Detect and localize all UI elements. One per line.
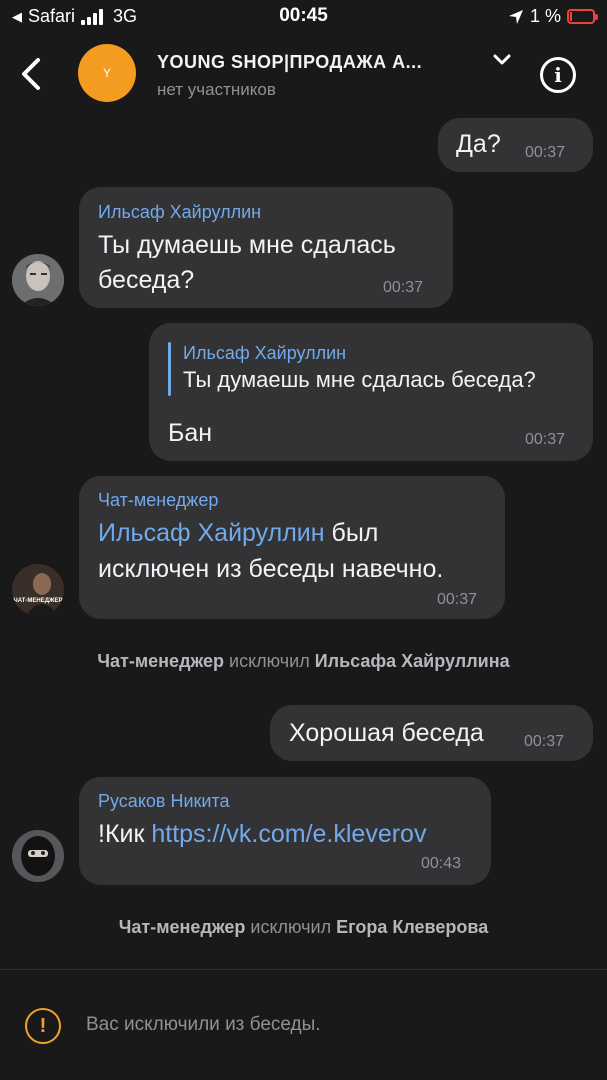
message-text-rest: был — [324, 519, 379, 547]
message-incoming[interactable]: Ильсаф Хайруллин Ты думаешь мне сдалась … — [79, 187, 453, 308]
message-outgoing-reply[interactable]: Ильсаф Хайруллин Ты думаешь мне сдалась … — [149, 323, 593, 461]
user-mention-link[interactable]: Ильсаф Хайруллин — [98, 519, 325, 547]
message-time: 00:37 — [525, 431, 566, 448]
service-verb: исключил — [224, 651, 315, 671]
battery-percent: 1 % — [529, 6, 561, 26]
person-photo-icon — [12, 254, 64, 306]
location-arrow-icon — [508, 9, 523, 24]
chat-avatar-letter: Y — [102, 66, 111, 80]
command-text: !Кик — [98, 820, 152, 848]
chat-subtitle: нет участников — [157, 80, 276, 99]
message-time: 00:37 — [525, 144, 566, 161]
message-author[interactable]: Чат-менеджер — [98, 490, 218, 511]
message-text-line1: Ильсаф Хайруллин был — [98, 516, 378, 550]
service-verb: исключил — [245, 917, 337, 937]
warning-glyph: ! — [39, 1014, 47, 1037]
reply-author[interactable]: Ильсаф Хайруллин — [183, 343, 346, 364]
url-link[interactable]: https://vk.com/e.kleverov — [151, 820, 426, 848]
sender-avatar[interactable] — [12, 830, 64, 882]
message-author[interactable]: Русаков Никита — [98, 791, 230, 812]
person-photo-icon — [12, 830, 64, 882]
reply-quote-bar — [168, 342, 171, 396]
chat-header: Y YOUNG SHOP|ПРОДАЖА А... нет участников… — [0, 34, 607, 114]
chat-manager-logo-icon — [12, 564, 64, 616]
reply-text[interactable]: Ты думаешь мне сдалась беседа? — [183, 367, 536, 393]
warning-icon: ! — [25, 1008, 61, 1044]
back-chevron-icon[interactable] — [16, 56, 46, 92]
chat-manager-avatar[interactable]: ЧАТ-МЕНЕДЖЕР — [12, 564, 64, 616]
message-text-line2: беседа? — [98, 266, 195, 294]
message-time: 00:37 — [437, 591, 478, 608]
chevron-down-icon[interactable] — [493, 54, 511, 66]
kicked-notice: Вас исключили из беседы. — [86, 1014, 321, 1035]
message-text: Хорошая беседа — [289, 719, 484, 747]
message-time: 00:37 — [524, 733, 565, 750]
message-text-line1: !Кик https://vk.com/e.kleverov — [98, 817, 426, 851]
message-time: 00:43 — [421, 855, 462, 872]
status-right: 1 % — [508, 6, 598, 27]
info-icon[interactable]: i — [540, 57, 576, 93]
message-incoming[interactable]: Русаков Никита !Кик https://vk.com/e.kle… — [79, 777, 491, 885]
message-author[interactable]: Ильсаф Хайруллин — [98, 202, 261, 223]
status-bar: ◀ Safari 3G 00:45 1 % — [0, 0, 607, 34]
message-time: 00:37 — [383, 279, 424, 296]
service-target[interactable]: Ильсафа Хайруллина — [315, 651, 510, 671]
message-text: Бан — [168, 419, 213, 447]
service-actor[interactable]: Чат-менеджер — [119, 917, 246, 937]
message-text: Да? — [456, 130, 501, 158]
service-target[interactable]: Егора Клеверова — [336, 917, 488, 937]
chat-title[interactable]: YOUNG SHOP|ПРОДАЖА А... — [157, 52, 422, 73]
chat-manager-avatar-caption: ЧАТ-МЕНЕДЖЕР — [13, 598, 63, 604]
service-actor[interactable]: Чат-менеджер — [97, 651, 224, 671]
sender-avatar[interactable] — [12, 254, 64, 306]
message-text-line1: Ты думаешь мне сдалась — [98, 231, 396, 259]
chat-avatar[interactable]: Y — [78, 44, 136, 102]
battery-icon — [567, 9, 598, 24]
info-glyph: i — [554, 63, 562, 87]
message-outgoing[interactable]: Хорошая беседа 00:37 — [270, 705, 593, 761]
footer-divider — [0, 969, 607, 970]
service-message: Чат-менеджер исключил Егора Клеверова — [0, 917, 607, 938]
message-incoming[interactable]: Чат-менеджер Ильсаф Хайруллин был исключ… — [79, 476, 505, 619]
service-message: Чат-менеджер исключил Ильсафа Хайруллина — [0, 651, 607, 672]
message-text-line2: исключен из беседы навечно. — [98, 555, 444, 583]
message-outgoing[interactable]: Да? 00:37 — [438, 118, 593, 172]
